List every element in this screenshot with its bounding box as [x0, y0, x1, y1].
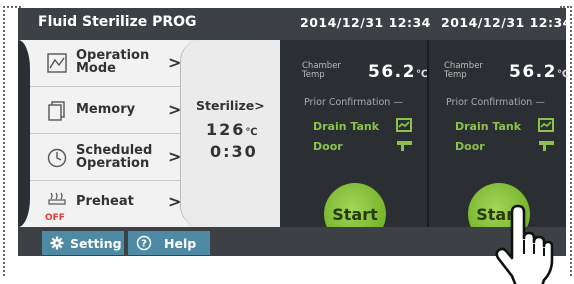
chamber-label: Chamber Temp [302, 62, 341, 80]
sterilize-label-text: Sterilize [196, 98, 255, 113]
drain-tank-label: Drain Tank [455, 120, 522, 133]
help-button[interactable]: ? Help [128, 231, 210, 255]
preheat-off-label: OFF [45, 213, 65, 223]
panel-curve [18, 40, 30, 227]
chamber-temp-number: 56.2 [368, 62, 416, 82]
door-key-icon [539, 141, 554, 151]
drain-tank-icon [538, 118, 554, 132]
setting-label: Setting [70, 236, 122, 251]
gear-icon [50, 236, 64, 250]
chamber-temp-unit: ℃ [556, 69, 570, 80]
menu-item-scheduled-operation[interactable]: Scheduled Operation > [18, 134, 188, 181]
menu-item-preheat[interactable]: OFF Preheat > [18, 181, 188, 227]
menu-item-memory[interactable]: Memory > [18, 87, 188, 134]
sterilize-label[interactable]: Sterilize> [196, 98, 265, 113]
door-label: Door [455, 140, 485, 153]
menu-label-memory: Memory [76, 102, 136, 117]
dotted-guide-right [570, 6, 572, 276]
svg-text:?: ? [141, 239, 147, 250]
prior-confirmation-label: Prior Confirmation — [446, 97, 545, 108]
preheat-icon [48, 192, 66, 205]
prior-confirmation-label: Prior Confirmation — [304, 97, 403, 108]
app-title: Fluid Sterilize PROG [38, 14, 197, 30]
sterilize-time: 0:30 [210, 142, 258, 161]
memory-icon [48, 101, 65, 121]
datetime-left: 2014/12/31 12:34 [300, 15, 431, 30]
drain-tank-label: Drain Tank [313, 120, 380, 133]
sterilize-panel-edge [180, 40, 201, 227]
chamber-temp-number: 56.2 [509, 62, 557, 82]
chamber-label-line2: Temp [444, 70, 467, 80]
menu-panel: Operation Mode > Memory > Scheduled Oper… [18, 40, 188, 227]
chevron-right-icon: > [254, 98, 265, 113]
door-key-icon [397, 141, 412, 151]
menu-label-mode: Mode [76, 61, 116, 76]
pointing-hand-icon [495, 204, 554, 284]
chamber-temp-value: 56.2℃ [509, 62, 569, 82]
chamber-temp-value: 56.2℃ [368, 62, 428, 82]
chamber-label: Chamber Temp [444, 62, 483, 80]
operation-mode-icon [47, 53, 67, 73]
door-label: Door [313, 140, 343, 153]
menu-item-operation-mode[interactable]: Operation Mode > [18, 40, 188, 87]
dotted-guide-left [3, 6, 5, 276]
menu-label-operation-2: Operation [76, 156, 150, 171]
help-icon: ? [136, 235, 152, 251]
chamber-label-line2: Temp [302, 70, 325, 80]
datetime-right: 2014/12/31 12:34 [441, 15, 572, 30]
menu-label-preheat: Preheat [76, 194, 134, 209]
sterilize-temp-unit: ℃ [245, 127, 258, 138]
drain-tank-icon [396, 118, 412, 132]
setting-button[interactable]: Setting [42, 231, 124, 255]
sterilize-temp-value: 126 [206, 120, 246, 139]
clock-icon [47, 148, 67, 168]
help-label: Help [164, 236, 197, 251]
sterilize-temp: 126℃ [206, 120, 258, 139]
